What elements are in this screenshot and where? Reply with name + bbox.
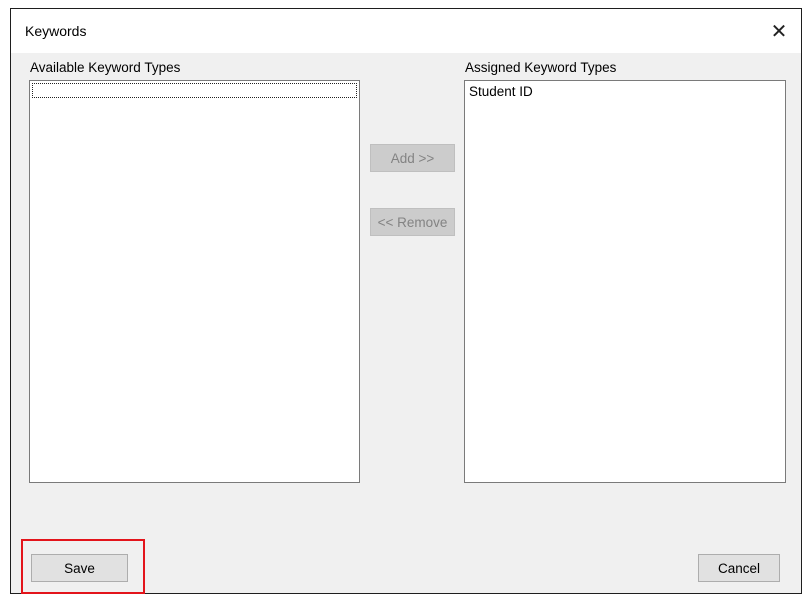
keywords-dialog: Keywords ✕ Available Keyword Types Add >… (10, 8, 802, 594)
available-keyword-types-label: Available Keyword Types (30, 60, 181, 75)
dialog-title: Keywords (25, 23, 87, 39)
add-button[interactable]: Add >> (370, 144, 455, 172)
remove-button[interactable]: << Remove (370, 208, 455, 236)
title-bar: Keywords ✕ (11, 9, 801, 53)
close-icon[interactable]: ✕ (757, 9, 801, 53)
assigned-keyword-types-label: Assigned Keyword Types (465, 60, 617, 75)
available-keyword-types-list[interactable] (29, 80, 360, 483)
cancel-button[interactable]: Cancel (698, 554, 780, 582)
assigned-keyword-types-list[interactable]: Student ID (464, 80, 786, 483)
focus-indicator (32, 83, 357, 98)
list-item-student-id[interactable]: Student ID (469, 84, 533, 99)
save-button-highlight (21, 539, 145, 594)
